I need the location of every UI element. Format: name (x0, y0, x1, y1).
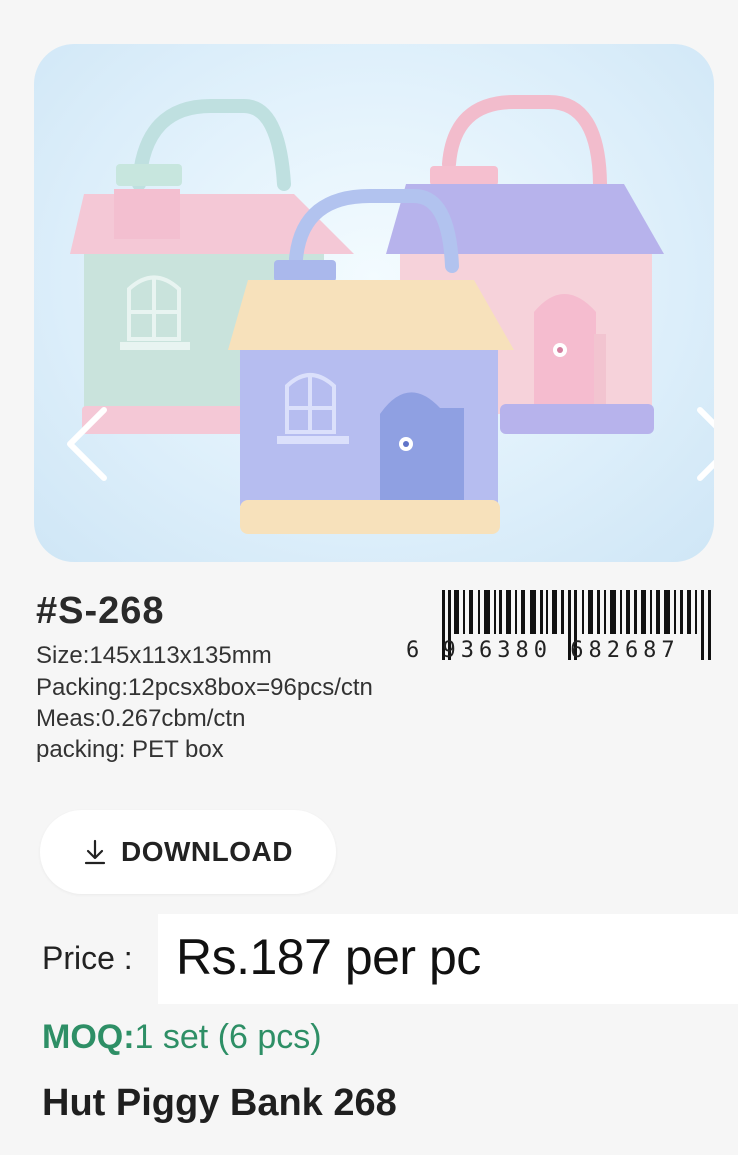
spec-measurement: Meas:0.267cbm/ctn (36, 705, 246, 732)
spec-size: Size:145x113x135mm (36, 642, 272, 669)
barcode-number: 6 936380 682687 (406, 638, 680, 663)
download-button[interactable]: DOWNLOAD (40, 810, 336, 894)
moq: MOQ:1 set (6 pcs) (42, 1018, 322, 1057)
download-icon (84, 839, 106, 865)
product-illustration (70, 95, 664, 534)
barcode: 6 936380 682687 (406, 590, 716, 663)
product-title: Hut Piggy Bank 268 (42, 1082, 397, 1124)
spec-block: #S-268 Size:145x113x135mm Packing:12pcsx… (36, 586, 736, 776)
download-label: DOWNLOAD (121, 836, 293, 867)
moq-label: MOQ: (42, 1018, 135, 1056)
chevron-left-icon[interactable] (64, 404, 110, 484)
model-number: #S-268 (36, 590, 165, 632)
price-value: Rs.187 per pc (176, 929, 481, 985)
chevron-right-icon[interactable] (694, 404, 714, 484)
spec-packing: Packing:12pcsx8box=96pcs/ctn (36, 674, 373, 701)
product-image-card[interactable] (34, 44, 714, 562)
spec-box-type: packing: PET box (36, 736, 224, 763)
moq-value: 1 set (6 pcs) (134, 1018, 322, 1056)
price-label: Price : (42, 940, 133, 976)
